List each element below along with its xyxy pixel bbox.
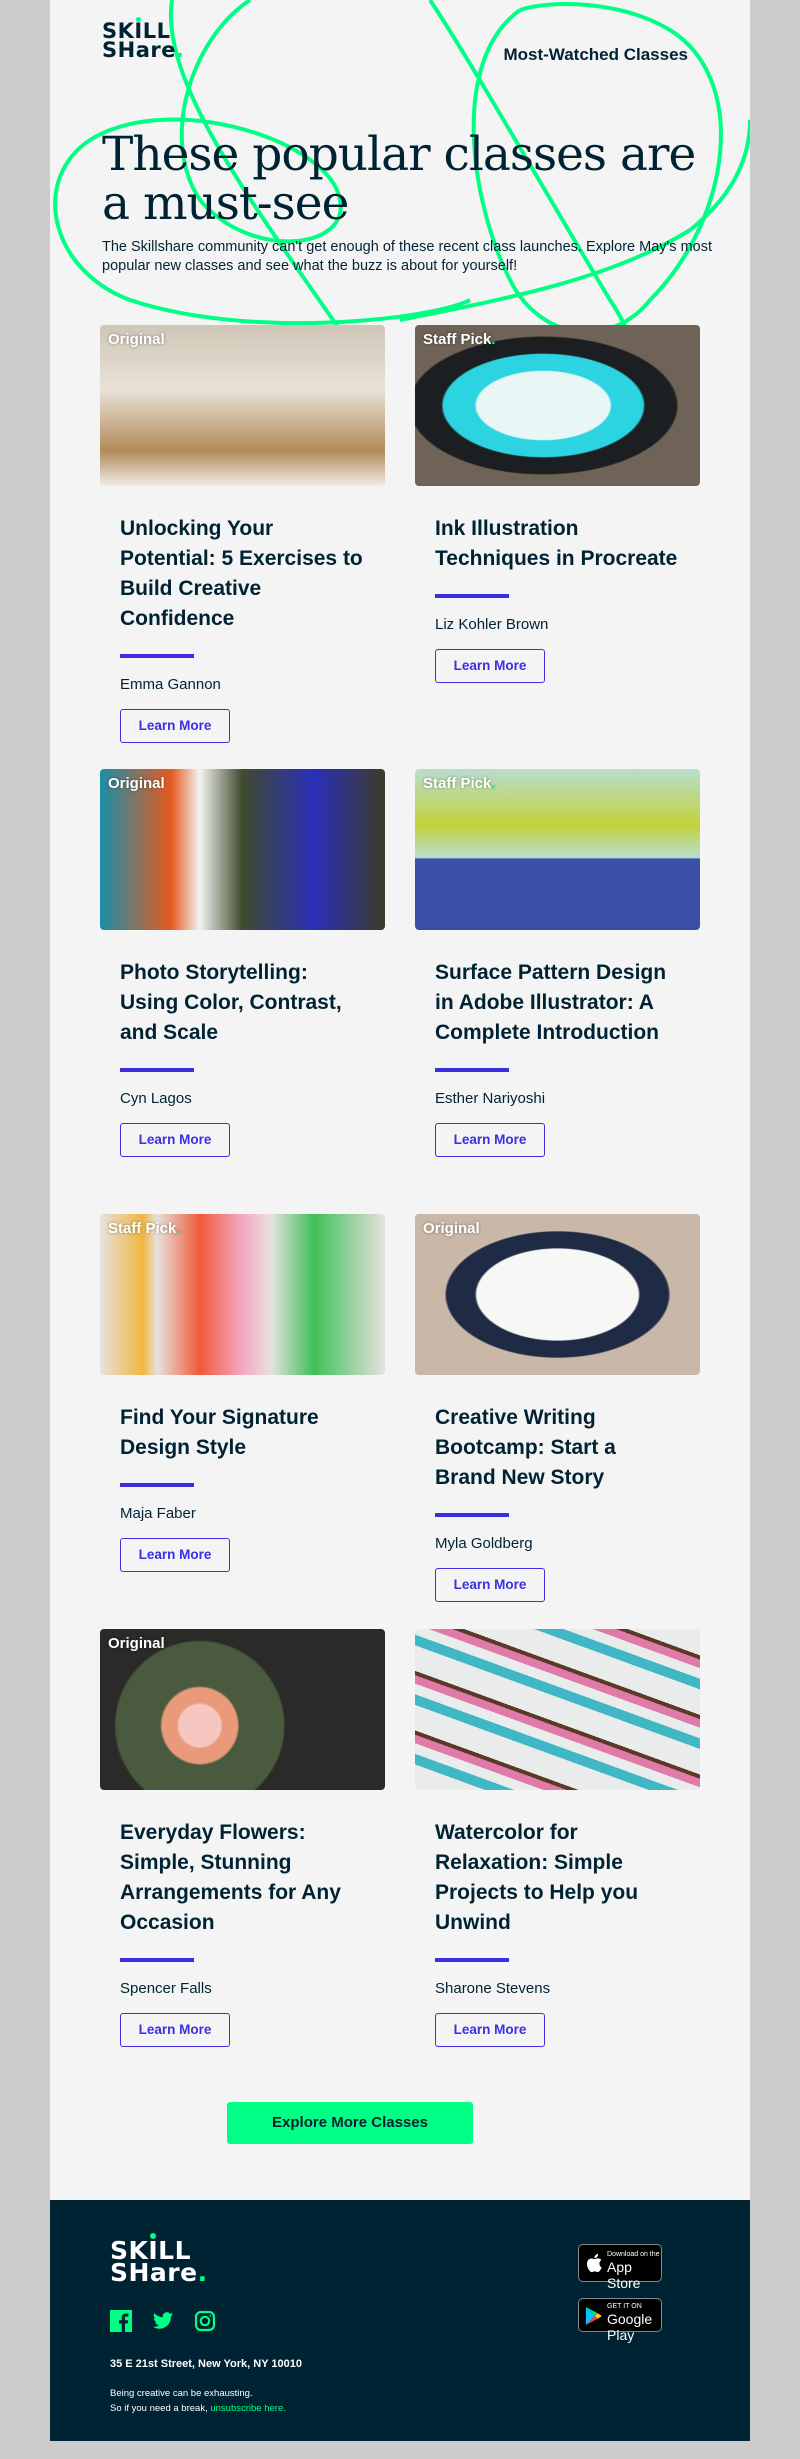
app-store-small-text: Download on the: [607, 2251, 660, 2258]
class-badge: Original: [423, 1220, 480, 1237]
footer-logo[interactable]: SKILL SHare.: [110, 2233, 208, 2287]
unsubscribe-note: Being creative can be exhausting. So if …: [110, 2386, 286, 2416]
class-thumbnail[interactable]: Staff Pick.: [415, 325, 700, 486]
class-title[interactable]: Everyday Flowers: Simple, Stunning Arran…: [120, 1818, 365, 1938]
learn-more-button[interactable]: Learn More: [435, 2013, 545, 2047]
class-card: Staff Pick. Ink Illustration Techniques i…: [415, 325, 700, 683]
class-badge-label: Original: [108, 1635, 165, 1652]
class-thumbnail[interactable]: [415, 1629, 700, 1790]
class-title[interactable]: Creative Writing Bootcamp: Start a Brand…: [435, 1403, 680, 1493]
class-badge: Staff Pick.: [423, 775, 496, 792]
class-title[interactable]: Watercolor for Relaxation: Simple Projec…: [435, 1818, 680, 1938]
class-badge: Original: [108, 1635, 165, 1652]
title-divider: [435, 1958, 509, 1962]
note-line1: Being creative can be exhausting.: [110, 2388, 253, 2399]
class-author: Cyn Lagos: [120, 1090, 192, 1107]
class-title[interactable]: Find Your Signature Design Style: [120, 1403, 365, 1463]
social-links: [110, 2310, 216, 2332]
explore-more-classes-button[interactable]: Explore More Classes: [227, 2102, 473, 2144]
class-badge-label: Original: [108, 331, 165, 348]
class-title[interactable]: Photo Storytelling: Using Color, Contras…: [120, 958, 365, 1048]
class-badge: Staff Pick.: [108, 1220, 181, 1237]
class-thumbnail[interactable]: Original: [100, 769, 385, 930]
note-line2: So if you need a break,: [110, 2403, 211, 2414]
class-card: Watercolor for Relaxation: Simple Projec…: [415, 1629, 700, 2047]
learn-more-button[interactable]: Learn More: [120, 2013, 230, 2047]
class-author: Sharone Stevens: [435, 1980, 551, 1997]
class-card: Original Unlocking Your Potential: 5 Exer…: [100, 325, 385, 743]
title-divider: [435, 594, 509, 598]
class-thumbnail[interactable]: Original: [100, 325, 385, 486]
learn-more-button[interactable]: Learn More: [435, 1123, 545, 1157]
skillshare-logo[interactable]: SKILL SHare.: [102, 17, 185, 62]
class-author: Liz Kohler Brown: [435, 616, 549, 633]
apple-icon: [586, 2253, 602, 2273]
company-address: 35 E 21st Street, New York, NY 10010: [110, 2358, 303, 2370]
class-author: Spencer Falls: [120, 1980, 212, 1997]
google-play-icon: [585, 2307, 602, 2325]
class-card: Staff Pick. Find Your Signature Design St…: [100, 1214, 385, 1572]
logo-dot-icon: [136, 17, 141, 22]
class-badge: Original: [108, 775, 165, 792]
class-title[interactable]: Unlocking Your Potential: 5 Exercises to…: [120, 514, 365, 634]
unsubscribe-link[interactable]: unsubscribe here.: [210, 2403, 286, 2414]
footer-logo-line2: SHare: [110, 2258, 198, 2287]
header-title: Most-Watched Classes: [503, 45, 688, 64]
learn-more-button[interactable]: Learn More: [435, 1568, 545, 1602]
class-author: Myla Goldberg: [435, 1535, 533, 1552]
class-thumbnail[interactable]: Staff Pick.: [100, 1214, 385, 1375]
class-card: Original Photo Storytelling: Using Color,…: [100, 769, 385, 1157]
class-badge: Staff Pick.: [423, 331, 496, 348]
hero-subtitle: The Skillshare community can't get enoug…: [102, 239, 712, 274]
badge-dot-icon: .: [491, 331, 496, 348]
class-card: Original Everyday Flowers: Simple, Stunni…: [100, 1629, 385, 2047]
footer: SKILL SHare. 35 E 21st Street, New York,…: [50, 2200, 750, 2441]
title-divider: [120, 1068, 194, 1072]
title-divider: [120, 654, 194, 658]
class-badge-label: Staff Pick: [108, 1220, 177, 1237]
class-badge-label: Staff Pick: [423, 331, 492, 348]
class-card: Staff Pick. Surface Pattern Design in Ado…: [415, 769, 700, 1157]
google-play-label: Google Play: [607, 2311, 653, 2343]
class-badge-label: Original: [423, 1220, 480, 1237]
instagram-icon[interactable]: [194, 2310, 216, 2332]
badge-dot-icon: .: [176, 1220, 181, 1237]
logo-line2: SHare: [102, 38, 176, 62]
title-divider: [120, 1958, 194, 1962]
badge-dot-icon: .: [491, 775, 496, 792]
class-author: Emma Gannon: [120, 676, 221, 693]
class-badge: Original: [108, 331, 165, 348]
title-divider: [435, 1068, 509, 1072]
learn-more-button[interactable]: Learn More: [120, 1538, 230, 1572]
class-thumbnail[interactable]: Staff Pick.: [415, 769, 700, 930]
class-thumbnail[interactable]: Original: [100, 1629, 385, 1790]
google-play-small-text: GET IT ON: [607, 2303, 642, 2310]
twitter-icon[interactable]: [152, 2310, 174, 2332]
class-title[interactable]: Ink Illustration Techniques in Procreate: [435, 514, 680, 574]
class-title[interactable]: Surface Pattern Design in Adobe Illustra…: [435, 958, 680, 1048]
footer-logo-dot-icon: [150, 2233, 156, 2239]
class-thumbnail[interactable]: Original: [415, 1214, 700, 1375]
app-store-label: App Store: [607, 2259, 641, 2291]
class-card: Original Creative Writing Bootcamp: Start…: [415, 1214, 700, 1602]
facebook-icon[interactable]: [110, 2310, 132, 2332]
footer-logo-period: .: [197, 2258, 208, 2287]
google-play-badge[interactable]: GET IT ON Google Play: [578, 2298, 662, 2343]
class-badge-label: Original: [108, 775, 165, 792]
app-store-badge[interactable]: Download on the App Store: [578, 2244, 662, 2291]
class-author: Maja Faber: [120, 1505, 196, 1522]
learn-more-button[interactable]: Learn More: [120, 1123, 230, 1157]
title-divider: [435, 1513, 509, 1517]
class-badge-label: Staff Pick: [423, 775, 492, 792]
title-divider: [120, 1483, 194, 1487]
learn-more-button[interactable]: Learn More: [120, 709, 230, 743]
learn-more-button[interactable]: Learn More: [435, 649, 545, 683]
logo-period: .: [175, 38, 185, 62]
class-author: Esther Nariyoshi: [435, 1090, 546, 1107]
hero-title: These popular classes are a must-see: [102, 127, 696, 231]
